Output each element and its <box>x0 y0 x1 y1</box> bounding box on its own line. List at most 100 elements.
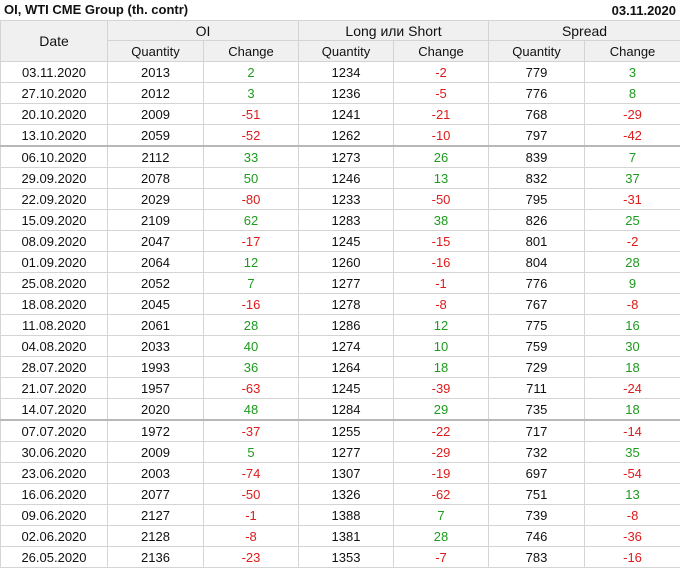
long-short-quantity-cell: 1277 <box>299 273 394 294</box>
report-date: 03.11.2020 <box>612 3 676 18</box>
table-row: 22.09.20202029-801233-50795-31 <box>1 189 680 210</box>
long-short-change-cell: -29 <box>394 442 489 463</box>
oi-table: Date OI Long или Short Spread Quantity C… <box>0 20 680 568</box>
spread-quantity-cell: 779 <box>489 62 585 83</box>
long-short-change-cell: 12 <box>394 315 489 336</box>
report-title: OI, WTI CME Group (th. contr) <box>4 2 188 17</box>
oi-change-cell: -1 <box>204 505 299 526</box>
long-short-change-cell: 18 <box>394 357 489 378</box>
table-row: 09.06.20202127-113887739-8 <box>1 505 680 526</box>
table-row: 16.06.20202077-501326-6275113 <box>1 484 680 505</box>
oi-change-header: Change <box>204 41 299 62</box>
oi-quantity-cell: 2112 <box>108 146 204 168</box>
spread-change-cell: -16 <box>585 547 680 568</box>
long-short-change-cell: -1 <box>394 273 489 294</box>
table-row: 15.09.202021096212833882625 <box>1 210 680 231</box>
oi-change-cell: -63 <box>204 378 299 399</box>
long-short-change-cell: 29 <box>394 399 489 421</box>
long-short-change-cell: -5 <box>394 83 489 104</box>
table-row: 08.09.20202047-171245-15801-2 <box>1 231 680 252</box>
spread-quantity-cell: 735 <box>489 399 585 421</box>
date-cell: 21.07.2020 <box>1 378 108 399</box>
oi-quantity-cell: 2003 <box>108 463 204 484</box>
oi-quantity-cell: 2109 <box>108 210 204 231</box>
date-cell: 11.08.2020 <box>1 315 108 336</box>
long-short-change-cell: -10 <box>394 125 489 147</box>
spread-change-cell: -14 <box>585 420 680 442</box>
table-row: 29.09.202020785012461383237 <box>1 168 680 189</box>
spread-quantity-cell: 739 <box>489 505 585 526</box>
long-short-change-cell: 26 <box>394 146 489 168</box>
table-row: 06.10.20202112331273268397 <box>1 146 680 168</box>
spread-change-cell: -8 <box>585 505 680 526</box>
long-short-change-cell: 7 <box>394 505 489 526</box>
oi-change-cell: 62 <box>204 210 299 231</box>
long-short-change-header: Change <box>394 41 489 62</box>
table-row: 20.10.20202009-511241-21768-29 <box>1 104 680 125</box>
date-cell: 02.06.2020 <box>1 526 108 547</box>
date-column-header: Date <box>1 21 108 62</box>
long-short-quantity-cell: 1286 <box>299 315 394 336</box>
oi-change-cell: -8 <box>204 526 299 547</box>
spread-quantity-cell: 729 <box>489 357 585 378</box>
long-short-change-cell: -39 <box>394 378 489 399</box>
spread-quantity-cell: 732 <box>489 442 585 463</box>
spread-change-cell: -54 <box>585 463 680 484</box>
long-short-change-cell: -15 <box>394 231 489 252</box>
spread-quantity-header: Quantity <box>489 41 585 62</box>
oi-quantity-cell: 2136 <box>108 547 204 568</box>
spread-quantity-cell: 759 <box>489 336 585 357</box>
table-row: 14.07.202020204812842973518 <box>1 399 680 421</box>
spread-quantity-cell: 839 <box>489 146 585 168</box>
oi-quantity-cell: 2029 <box>108 189 204 210</box>
table-row: 18.08.20202045-161278-8767-8 <box>1 294 680 315</box>
spread-quantity-cell: 795 <box>489 189 585 210</box>
date-cell: 07.07.2020 <box>1 420 108 442</box>
date-cell: 15.09.2020 <box>1 210 108 231</box>
long-short-quantity-cell: 1245 <box>299 231 394 252</box>
long-short-quantity-cell: 1353 <box>299 547 394 568</box>
table-row: 02.06.20202128-8138128746-36 <box>1 526 680 547</box>
oi-quantity-cell: 1957 <box>108 378 204 399</box>
oi-quantity-cell: 2059 <box>108 125 204 147</box>
table-row: 01.09.20202064121260-1680428 <box>1 252 680 273</box>
spread-change-cell: 30 <box>585 336 680 357</box>
long-short-quantity-cell: 1277 <box>299 442 394 463</box>
oi-change-cell: 3 <box>204 83 299 104</box>
long-short-change-cell: -7 <box>394 547 489 568</box>
date-cell: 06.10.2020 <box>1 146 108 168</box>
oi-quantity-cell: 2047 <box>108 231 204 252</box>
spread-change-cell: -36 <box>585 526 680 547</box>
oi-quantity-cell: 2077 <box>108 484 204 505</box>
table-header: Date OI Long или Short Spread Quantity C… <box>1 21 680 62</box>
oi-quantity-header: Quantity <box>108 41 204 62</box>
long-short-quantity-cell: 1274 <box>299 336 394 357</box>
long-short-quantity-cell: 1284 <box>299 399 394 421</box>
spread-change-header: Change <box>585 41 680 62</box>
long-short-quantity-cell: 1307 <box>299 463 394 484</box>
date-cell: 18.08.2020 <box>1 294 108 315</box>
date-cell: 09.06.2020 <box>1 505 108 526</box>
long-short-quantity-cell: 1262 <box>299 125 394 147</box>
oi-quantity-cell: 2009 <box>108 104 204 125</box>
spread-change-cell: -31 <box>585 189 680 210</box>
long-short-change-cell: 28 <box>394 526 489 547</box>
date-cell: 29.09.2020 <box>1 168 108 189</box>
date-cell: 23.06.2020 <box>1 463 108 484</box>
spread-quantity-cell: 801 <box>489 231 585 252</box>
table-row: 25.08.2020205271277-17769 <box>1 273 680 294</box>
oi-quantity-cell: 2127 <box>108 505 204 526</box>
long-short-group-header: Long или Short <box>299 21 489 41</box>
spread-change-cell: 3 <box>585 62 680 83</box>
oi-change-cell: -51 <box>204 104 299 125</box>
table-row: 04.08.202020334012741075930 <box>1 336 680 357</box>
date-cell: 20.10.2020 <box>1 104 108 125</box>
oi-quantity-cell: 2020 <box>108 399 204 421</box>
oi-change-cell: -52 <box>204 125 299 147</box>
spread-change-cell: 7 <box>585 146 680 168</box>
oi-quantity-cell: 2061 <box>108 315 204 336</box>
oi-quantity-cell: 2078 <box>108 168 204 189</box>
spread-change-cell: -8 <box>585 294 680 315</box>
spread-change-cell: 28 <box>585 252 680 273</box>
spread-quantity-cell: 783 <box>489 547 585 568</box>
